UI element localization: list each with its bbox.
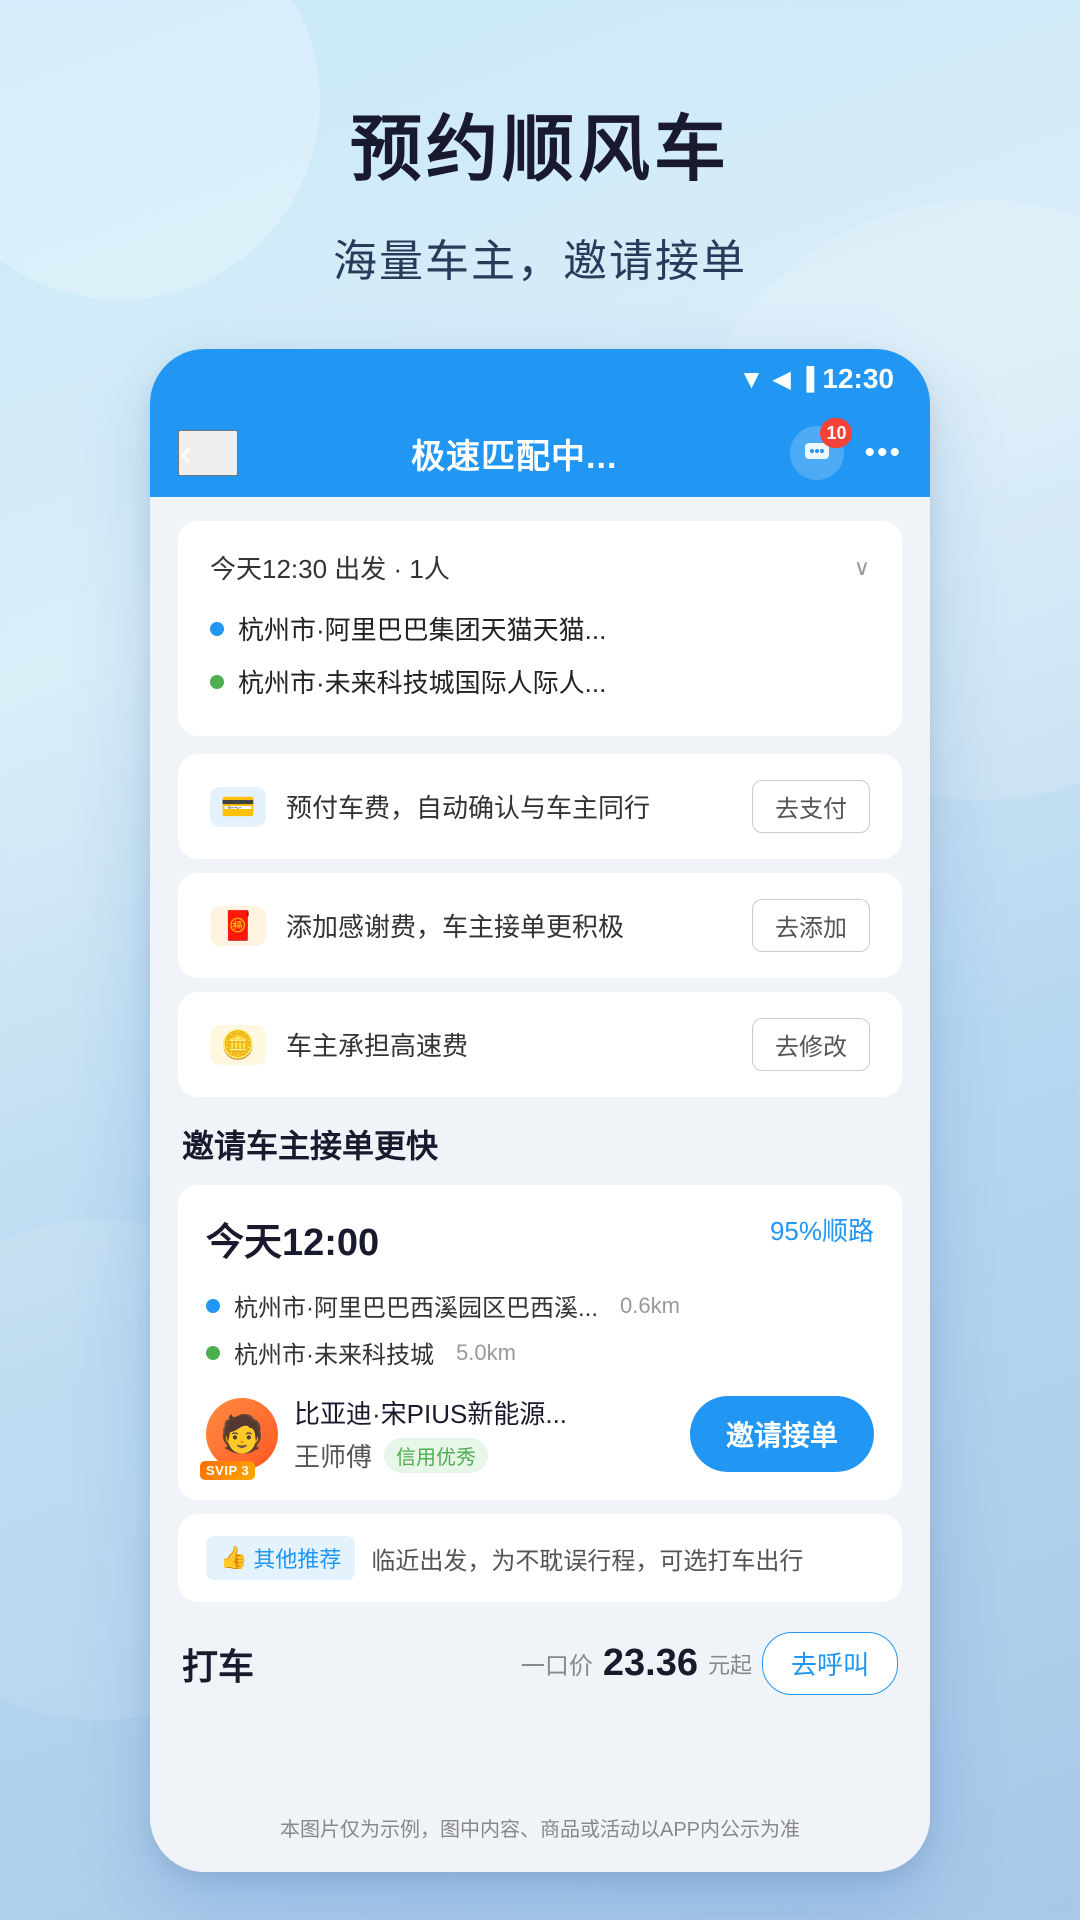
taxi-price-wrap: 一口价 23.36 元起 去呼叫 (521, 1632, 898, 1695)
pay-icon: 💳 (221, 790, 256, 823)
header-right: 10 ••• (790, 426, 902, 480)
from-dot (210, 622, 224, 636)
page-title: 预约顺风车 (350, 90, 730, 195)
to-text: 杭州市·未来科技城国际人际人... (238, 663, 606, 700)
toll-icon: 🪙 (221, 1028, 256, 1061)
driver-route-from: 杭州市·阿里巴巴西溪园区巴西溪... 0.6km (206, 1282, 874, 1329)
driver-route-to: 杭州市·未来科技城 5.0km (206, 1329, 874, 1376)
expand-icon[interactable]: ∨ (854, 555, 870, 581)
driver-name-wrap: 比亚迪·宋PIUS新能源... 王师傅 信用优秀 (294, 1394, 567, 1474)
phone-mockup: ▼ ◀ ▐ 12:30 ‹ 极速匹配中... 10 ••• (150, 349, 930, 1872)
driver-name-row: 王师傅 信用优秀 (294, 1437, 567, 1474)
driver-info-row: 🧑 SVIP 3 比亚迪·宋PIUS新能源... 王师傅 信用优秀 邀请接单 (206, 1394, 874, 1474)
taxi-price-unit: 元起 (708, 1648, 752, 1680)
status-time: 12:30 (822, 363, 894, 395)
wifi-icon: ▼ (739, 364, 765, 395)
chat-badge: 10 (820, 418, 852, 448)
credit-badge: 信用优秀 (384, 1438, 488, 1473)
modify-toll-button[interactable]: 去修改 (752, 1018, 870, 1071)
header-title: 极速匹配中... (411, 429, 617, 478)
more-button[interactable]: ••• (864, 436, 902, 470)
taxi-price: 23.36 (603, 1642, 698, 1685)
driver-to-text: 杭州市·未来科技城 (234, 1335, 434, 1370)
driver-depart-time: 今天12:00 (206, 1211, 379, 1266)
trip-time-info: 今天12:30 出发 · 1人 (210, 549, 450, 586)
pay-text: 预付车费，自动确认与车主同行 (286, 788, 650, 825)
route-from: 杭州市·阿里巴巴集团天猫天猫... (210, 602, 870, 655)
driver-name: 王师傅 (294, 1437, 372, 1474)
toll-text: 车主承担高速费 (286, 1026, 468, 1063)
action-card-pay: 💳 预付车费，自动确认与车主同行 去支付 (178, 754, 902, 859)
vip-badge: SVIP 3 (200, 1461, 255, 1480)
invite-button[interactable]: 邀请接单 (690, 1396, 874, 1472)
pay-icon-wrap: 💳 (210, 787, 266, 827)
action-card-toll: 🪙 车主承担高速费 去修改 (178, 992, 902, 1097)
action-left-tips: 🧧 添加感谢费，车主接单更积极 (210, 906, 624, 946)
status-icons: ▼ ◀ ▐ 12:30 (739, 363, 894, 395)
app-content: 今天12:30 出发 · 1人 ∨ 杭州市·阿里巴巴集团天猫天猫... 杭州市·… (150, 497, 930, 1797)
from-text: 杭州市·阿里巴巴集团天猫天猫... (238, 610, 606, 647)
back-button[interactable]: ‹ (178, 430, 238, 476)
to-dot (210, 675, 224, 689)
driver-info-left: 🧑 SVIP 3 比亚迪·宋PIUS新能源... 王师傅 信用优秀 (206, 1394, 567, 1474)
pay-button[interactable]: 去支付 (752, 780, 870, 833)
driver-avatar: 🧑 SVIP 3 (206, 1398, 278, 1470)
add-tips-button[interactable]: 去添加 (752, 899, 870, 952)
app-header: ‹ 极速匹配中... 10 ••• (150, 409, 930, 497)
driver-to-dot (206, 1346, 220, 1360)
action-left-pay: 💳 预付车费，自动确认与车主同行 (210, 787, 650, 827)
rec-tag-icon: 👍 (220, 1545, 247, 1571)
driver-to-distance: 5.0km (456, 1340, 516, 1366)
signal-icon: ◀ (772, 365, 790, 394)
battery-icon: ▐ (799, 366, 815, 392)
chat-button[interactable]: 10 (790, 426, 844, 480)
driver-from-distance: 0.6km (620, 1293, 680, 1319)
driver-car: 比亚迪·宋PIUS新能源... (294, 1394, 567, 1431)
trip-card: 今天12:30 出发 · 1人 ∨ 杭州市·阿里巴巴集团天猫天猫... 杭州市·… (178, 521, 902, 736)
other-rec-card: 👍 其他推荐 临近出发，为不耽误行程，可选打车出行 (178, 1514, 902, 1602)
rec-text: 临近出发，为不耽误行程，可选打车出行 (371, 1541, 803, 1576)
taxi-label: 打车 (182, 1638, 254, 1690)
tips-icon-wrap: 🧧 (210, 906, 266, 946)
action-left-toll: 🪙 车主承担高速费 (210, 1025, 468, 1065)
driver-from-text: 杭州市·阿里巴巴西溪园区巴西溪... (234, 1288, 598, 1323)
tips-icon: 🧧 (221, 909, 256, 942)
tips-text: 添加感谢费，车主接单更积极 (286, 907, 624, 944)
toll-icon-wrap: 🪙 (210, 1025, 266, 1065)
avatar-emoji: 🧑 (220, 1413, 265, 1455)
route-to: 杭州市·未来科技城国际人际人... (210, 655, 870, 708)
action-card-tips: 🧧 添加感谢费，车主接单更积极 去添加 (178, 873, 902, 978)
rec-tag: 👍 其他推荐 (206, 1536, 355, 1580)
driver-from-dot (206, 1299, 220, 1313)
rec-tag-label: 其他推荐 (253, 1542, 341, 1574)
taxi-price-pre: 一口价 (521, 1646, 593, 1681)
taxi-row: 打车 一口价 23.36 元起 去呼叫 (178, 1616, 902, 1711)
page-subtitle: 海量车主，邀请接单 (333, 225, 747, 289)
call-taxi-button[interactable]: 去呼叫 (762, 1632, 898, 1695)
route-percent: 95%顺路 (770, 1211, 874, 1248)
invite-section-title: 邀请车主接单更快 (182, 1121, 902, 1167)
driver-card: 今天12:00 95%顺路 杭州市·阿里巴巴西溪园区巴西溪... 0.6km 杭… (178, 1185, 902, 1500)
driver-card-header: 今天12:00 95%顺路 (206, 1211, 874, 1266)
status-bar: ▼ ◀ ▐ 12:30 (150, 349, 930, 409)
disclaimer: 本图片仅为示例，图中内容、商品或活动以APP内公示为准 (150, 1797, 930, 1872)
trip-header: 今天12:30 出发 · 1人 ∨ (210, 549, 870, 586)
